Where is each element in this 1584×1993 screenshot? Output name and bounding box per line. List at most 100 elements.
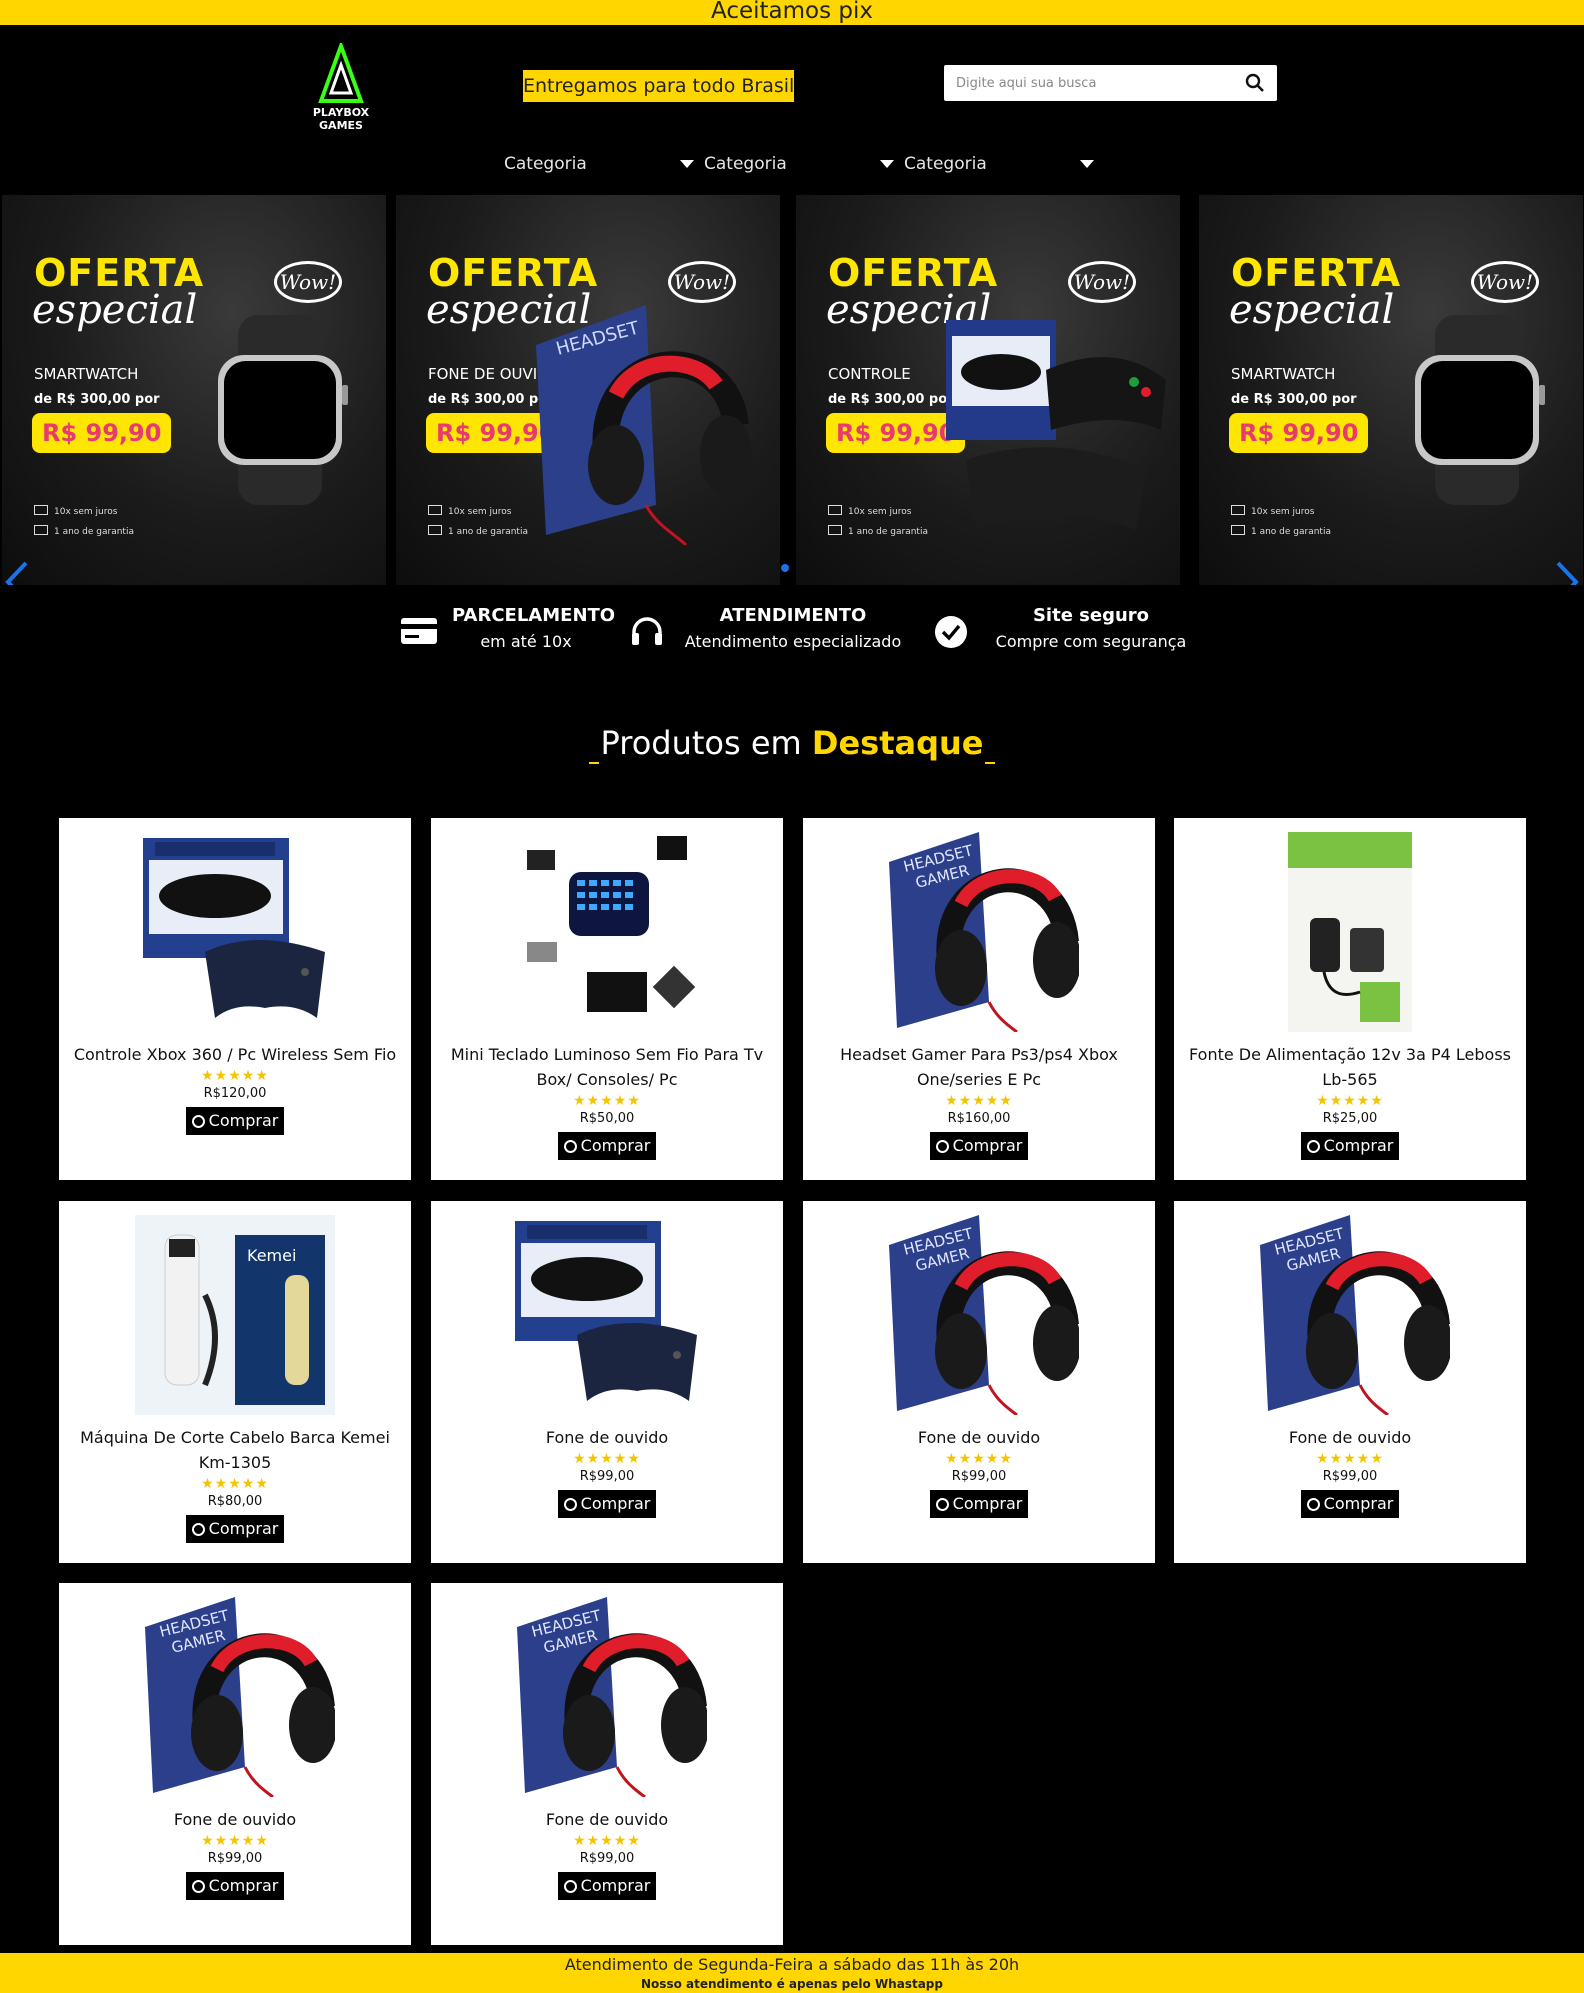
- product-card[interactable]: Mini Teclado Luminoso Sem Fio Para Tv Bo…: [431, 818, 783, 1180]
- buy-button[interactable]: Comprar: [557, 1490, 657, 1518]
- whatsapp-icon: [935, 1498, 949, 1511]
- controller-image: [946, 320, 1166, 530]
- buy-button-label: Comprar: [1323, 1136, 1394, 1155]
- slide-installments: 10x sem juros: [828, 505, 911, 517]
- carousel-next-arrow-icon[interactable]: [1552, 557, 1582, 585]
- title-plain: Produtos em: [600, 724, 802, 762]
- promo-slide[interactable]: OFERTA especial Wow! SMARTWATCH de R$ 30…: [1199, 195, 1583, 585]
- buy-button[interactable]: Comprar: [1300, 1490, 1400, 1518]
- featured-products-title: Produtos em Destaque: [0, 724, 1584, 764]
- carousel-prev-arrow-icon[interactable]: [2, 557, 32, 585]
- slide-price: R$ 99,90: [1229, 413, 1369, 453]
- product-card[interactable]: HEADSET GAMER Fone de ouvido ★★★★★ R$99,00 Co…: [431, 1583, 783, 1945]
- product-card[interactable]: HEADSET GAMER Fone de ouvido ★★★★★ R$99,00 Co…: [1174, 1201, 1526, 1563]
- product-name[interactable]: Fonte De Alimentação 12v 3a P4 Leboss Lb…: [1188, 1042, 1512, 1092]
- product-rating-stars: ★★★★★: [201, 1833, 269, 1849]
- search-input[interactable]: [944, 65, 1236, 101]
- promo-slide[interactable]: OFERTA especial Wow! FONE DE OUVIDO de R…: [396, 195, 780, 585]
- product-name[interactable]: Controle Xbox 360 / Pc Wireless Sem Fio: [73, 1042, 397, 1067]
- product-card[interactable]: Fone de ouvido ★★★★★ R$99,00 Comprar: [431, 1201, 783, 1563]
- product-image[interactable]: [507, 832, 707, 1032]
- product-rating-stars: ★★★★★: [201, 1476, 269, 1492]
- chevron-down-icon: [680, 160, 694, 168]
- feature-atendimento: ATENDIMENTO Atendimento especializado: [680, 605, 906, 651]
- slide-wow-badge: Wow!: [1471, 261, 1539, 303]
- buy-button-label: Comprar: [208, 1876, 279, 1895]
- product-rating-stars: ★★★★★: [1316, 1451, 1384, 1467]
- buy-button[interactable]: Comprar: [929, 1490, 1029, 1518]
- logo-text-line2: GAMES: [319, 119, 363, 132]
- buy-button[interactable]: Comprar: [557, 1132, 657, 1160]
- smartwatch-image: [218, 315, 348, 505]
- product-name[interactable]: Fone de ouvido: [73, 1807, 397, 1832]
- buy-button-label: Comprar: [952, 1494, 1023, 1513]
- buy-button-label: Comprar: [952, 1136, 1023, 1155]
- buy-button[interactable]: Comprar: [185, 1107, 285, 1135]
- slide-installments: 10x sem juros: [34, 505, 117, 517]
- product-price: R$25,00: [1322, 1111, 1378, 1126]
- buy-button-label: Comprar: [208, 1111, 279, 1130]
- whatsapp-icon: [563, 1140, 577, 1153]
- title-dash-right: [985, 762, 996, 764]
- product-price: R$120,00: [203, 1086, 267, 1101]
- product-image[interactable]: [1250, 832, 1450, 1032]
- category-label: Categoria: [704, 154, 787, 174]
- slide-installments: 10x sem juros: [428, 505, 511, 517]
- feature-subtitle: Atendimento especializado: [684, 632, 902, 651]
- product-name[interactable]: Máquina De Corte Cabelo Barca Kemei Km-1…: [73, 1425, 397, 1475]
- category-dropdown-2[interactable]: Categoria: [704, 152, 894, 180]
- category-dropdown-3[interactable]: Categoria: [904, 152, 1094, 180]
- slide-price: R$ 99,90: [32, 413, 172, 453]
- product-card[interactable]: HEADSET GAMER Fone de ouvido ★★★★★ R$99,00 Co…: [59, 1583, 411, 1945]
- promo-slide[interactable]: OFERTA especial Wow! CONTROLE de R$ 300,…: [796, 195, 1180, 585]
- product-card[interactable]: Fonte De Alimentação 12v 3a P4 Leboss Lb…: [1174, 818, 1526, 1180]
- carousel-dot-active[interactable]: [781, 564, 789, 572]
- feature-site-seguro: Site seguro Compre com segurança: [982, 605, 1200, 651]
- product-name[interactable]: Headset Gamer Para Ps3/ps4 Xbox One/seri…: [817, 1042, 1141, 1092]
- product-name[interactable]: Fone de ouvido: [445, 1807, 769, 1832]
- buy-button-label: Comprar: [580, 1876, 651, 1895]
- product-image[interactable]: HEADSET GAMER: [1250, 1215, 1452, 1417]
- product-info: Fone de ouvido ★★★★★ R$99,00 Comprar: [1188, 1425, 1512, 1518]
- product-image[interactable]: HEADSET GAMER: [135, 1597, 337, 1799]
- product-card[interactable]: HEADSET GAMER Fone de ouvido ★★★★★ R$99,00 Co…: [803, 1201, 1155, 1563]
- buy-button[interactable]: Comprar: [185, 1515, 285, 1543]
- buy-button[interactable]: Comprar: [557, 1872, 657, 1900]
- features-strip: PARCELAMENTO em até 10x ATENDIMENTO Aten…: [0, 585, 1584, 680]
- buy-button[interactable]: Comprar: [929, 1132, 1029, 1160]
- slide-warranty: 1 ano de garantia: [34, 525, 134, 537]
- product-image[interactable]: HEADSET GAMER: [879, 832, 1081, 1034]
- category-label: Categoria: [504, 154, 587, 174]
- promo-carousel[interactable]: OFERTA especial Wow! SMARTWATCH de R$ 30…: [0, 195, 1584, 585]
- slide-product-name: CONTROLE: [828, 365, 911, 383]
- check-circle-icon: [935, 616, 967, 648]
- chevron-down-icon: [1080, 160, 1094, 168]
- product-card[interactable]: Controle Xbox 360 / Pc Wireless Sem Fio ★…: [59, 818, 411, 1180]
- product-name[interactable]: Fone de ouvido: [1188, 1425, 1512, 1450]
- product-name[interactable]: Fone de ouvido: [445, 1425, 769, 1450]
- product-image[interactable]: [135, 832, 335, 1032]
- product-rating-stars: ★★★★★: [945, 1093, 1013, 1109]
- product-price: R$99,00: [1322, 1469, 1378, 1484]
- buy-button[interactable]: Comprar: [185, 1872, 285, 1900]
- whatsapp-icon: [1306, 1498, 1320, 1511]
- search-icon[interactable]: [1245, 73, 1265, 93]
- product-card[interactable]: Kemei Máquina De Corte Cabelo Barca Kemei…: [59, 1201, 411, 1563]
- slide-old-price: de R$ 300,00 por: [428, 392, 554, 407]
- product-name[interactable]: Fone de ouvido: [817, 1425, 1141, 1450]
- promo-slide[interactable]: OFERTA especial Wow! SMARTWATCH de R$ 30…: [2, 195, 386, 585]
- product-image[interactable]: [507, 1215, 707, 1415]
- whatsapp-icon: [191, 1523, 205, 1536]
- product-image[interactable]: Kemei: [135, 1215, 335, 1415]
- whatsapp-icon: [935, 1140, 949, 1153]
- buy-button[interactable]: Comprar: [1300, 1132, 1400, 1160]
- product-info: Fone de ouvido ★★★★★ R$99,00 Comprar: [445, 1425, 769, 1518]
- site-logo[interactable]: PLAYBOX GAMES: [300, 39, 382, 143]
- product-card[interactable]: HEADSET GAMER Headset Gamer Para Ps3/ps4 X…: [803, 818, 1155, 1180]
- feature-subtitle: Compre com segurança: [995, 632, 1187, 651]
- product-name[interactable]: Mini Teclado Luminoso Sem Fio Para Tv Bo…: [445, 1042, 769, 1092]
- product-image[interactable]: HEADSET GAMER: [879, 1215, 1081, 1417]
- category-dropdown-1[interactable]: Categoria: [504, 152, 694, 180]
- footer-hours: Atendimento de Segunda-Feira a sábado da…: [564, 1955, 1020, 1974]
- product-image[interactable]: HEADSET GAMER: [507, 1597, 709, 1799]
